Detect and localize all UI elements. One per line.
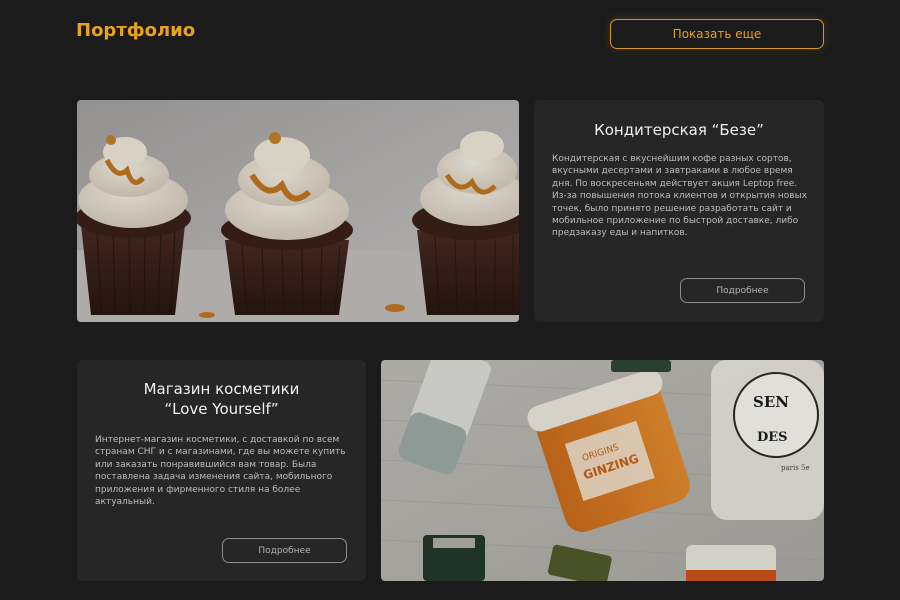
cosmetics-photo[interactable]: ORIGINS GINZING SEN DES paris 5e — [381, 360, 824, 581]
project-title: Магазин косметики “Love Yourself” — [77, 379, 366, 419]
details-button[interactable]: Подробнее — [222, 538, 347, 563]
project-title: Кондитерская “Безе” — [594, 121, 764, 139]
project-description: Интернет-магазин косметики, с доставкой … — [95, 435, 346, 508]
project-title-line1: Магазин косметики — [143, 380, 300, 398]
page-title: Портфолио — [76, 20, 196, 41]
details-button[interactable]: Подробнее — [680, 278, 805, 303]
project-title-line2: “Love Yourself” — [164, 400, 279, 418]
show-more-button[interactable]: Показать еще — [610, 19, 824, 49]
project-card-love-yourself: Магазин косметики “Love Yourself” Интерн… — [77, 360, 366, 581]
cosmetics-image: ORIGINS GINZING SEN DES paris 5e — [381, 360, 824, 581]
cupcakes-image — [77, 100, 519, 322]
cupcakes-photo[interactable] — [77, 100, 519, 322]
project-card-beze: Кондитерская “Безе” Кондитерская с вкусн… — [534, 100, 824, 322]
project-description: Кондитерская с вкуснейшим кофе разных со… — [552, 154, 808, 239]
